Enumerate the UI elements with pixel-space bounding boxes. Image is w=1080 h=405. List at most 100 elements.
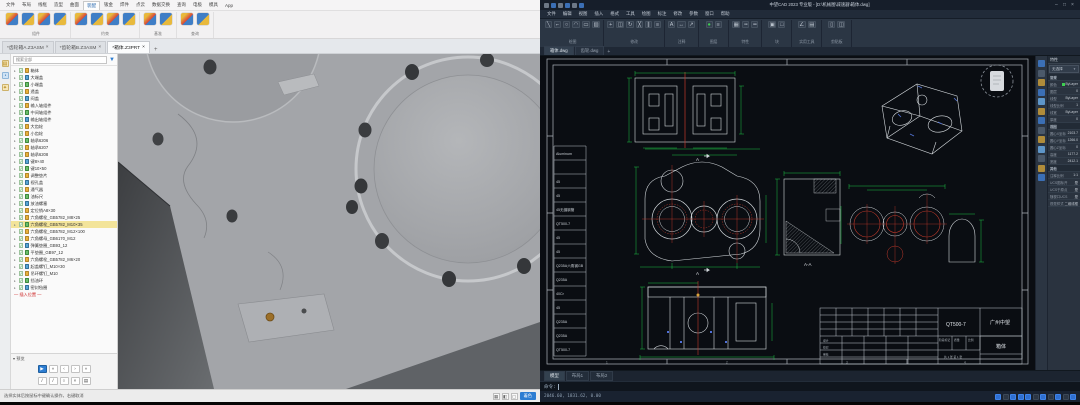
align-constraint-icon[interactable]: [91, 13, 103, 25]
3d-part-gearbox-housing[interactable]: [118, 54, 540, 389]
expand-arrow-icon[interactable]: ▸: [14, 258, 17, 262]
property-row[interactable]: 圆心X坐标 2103.7: [1048, 130, 1080, 137]
visibility-checkbox[interactable]: ✓: [19, 96, 24, 101]
property-row[interactable]: 厚度 0: [1048, 116, 1080, 123]
drawing-canvas[interactable]: 1 2 3 4 Aluminum 45 45 45无缝钢管: [540, 56, 1035, 370]
visual-manager-icon[interactable]: ✦: [2, 84, 9, 91]
tree-item[interactable]: ▸ ✓ 透盖: [11, 88, 117, 95]
offset-icon[interactable]: ≡: [654, 21, 661, 28]
visibility-checkbox[interactable]: ✓: [19, 229, 24, 234]
palette-title[interactable]: 特性: [1048, 56, 1080, 64]
expand-arrow-icon[interactable]: ▸: [14, 181, 17, 185]
visibility-checkbox[interactable]: ✓: [19, 103, 24, 108]
ribbon-tab[interactable]: 布局: [19, 1, 34, 9]
visibility-checkbox[interactable]: ✓: [19, 180, 24, 185]
grid-toggle[interactable]: [1003, 394, 1009, 400]
tool-icon[interactable]: [1038, 108, 1045, 115]
tree-item[interactable]: ▸ ✓ 放油螺塞: [11, 200, 117, 207]
selection-dropdown[interactable]: 无选择 ▼: [1049, 65, 1079, 73]
grid-toggle-icon[interactable]: ▦: [493, 393, 500, 400]
tree-item[interactable]: ▸ ✓ 视孔盖: [11, 179, 117, 186]
visibility-checkbox[interactable]: ✓: [19, 250, 24, 255]
menu-item[interactable]: 文件: [544, 11, 559, 17]
etrack-toggle[interactable]: [1033, 394, 1039, 400]
ws-toggle[interactable]: [1063, 394, 1069, 400]
mechanical-constraint-icon[interactable]: [107, 13, 119, 25]
tree-item[interactable]: ▸ ✓ 箱体: [11, 67, 117, 74]
annot-toggle[interactable]: [1055, 394, 1061, 400]
layout-tab[interactable]: 布局2: [590, 371, 613, 381]
visibility-checkbox[interactable]: ✓: [19, 152, 24, 157]
visibility-checkbox[interactable]: ✓: [19, 271, 24, 276]
visibility-checkbox[interactable]: ✓: [19, 173, 24, 178]
lineweight-icon[interactable]: ━: [751, 21, 758, 28]
tree-item[interactable]: ▸ ✓ 轴承6207: [11, 144, 117, 151]
ribbon-tab[interactable]: App: [222, 2, 236, 9]
tree-item[interactable]: ▸ ✓ 大端盖: [11, 74, 117, 81]
arc-icon[interactable]: ◠: [572, 21, 580, 28]
section-toggle-icon[interactable]: ◧: [502, 393, 509, 400]
tree-item[interactable]: ▸ ✓ 油标尺: [11, 193, 117, 200]
property-row[interactable]: 颜色 ByLayer: [1048, 81, 1080, 88]
property-row[interactable]: UCS图标开 是: [1048, 179, 1080, 186]
visibility-checkbox[interactable]: ✓: [19, 285, 24, 290]
ortho-toggle[interactable]: [1010, 394, 1016, 400]
tree-item[interactable]: ▸ ✓ 轴承6208: [11, 151, 117, 158]
expand-arrow-icon[interactable]: ▸: [14, 188, 17, 192]
property-row[interactable]: 宽度 2412.1: [1048, 158, 1080, 165]
open-icon[interactable]: [551, 3, 556, 8]
restore-button[interactable]: □: [1063, 3, 1068, 8]
menu-item[interactable]: 标注: [655, 11, 670, 17]
expand-arrow-icon[interactable]: ▸: [14, 139, 17, 143]
ribbon-tab[interactable]: 查询: [174, 1, 189, 9]
new-tab-button[interactable]: +: [151, 47, 161, 53]
visibility-checkbox[interactable]: ✓: [19, 194, 24, 199]
tool-icon[interactable]: [1038, 98, 1045, 105]
copy-icon[interactable]: ◫: [616, 21, 624, 28]
ribbon-tab[interactable]: 钣金: [101, 1, 116, 9]
tool-icon[interactable]: [1038, 155, 1045, 162]
visibility-checkbox[interactable]: ✓: [19, 68, 24, 73]
document-tab[interactable]: *齿轮箱B.Z3ASM ×: [55, 41, 107, 53]
tool-icon[interactable]: [1038, 79, 1045, 86]
ribbon-tab[interactable]: 文件: [3, 1, 18, 9]
expand-arrow-icon[interactable]: ▸: [14, 195, 17, 199]
expand-arrow-icon[interactable]: ▸: [14, 244, 17, 248]
expand-arrow-icon[interactable]: ▸: [14, 97, 17, 101]
menu-item[interactable]: 绘图: [639, 11, 654, 17]
tree-item[interactable]: ▸ ✓ — 插入位置 —: [11, 291, 117, 298]
expand-arrow-icon[interactable]: ▸: [14, 132, 17, 136]
minimize-button[interactable]: –: [1055, 3, 1060, 8]
expand-arrow-icon[interactable]: ▸: [14, 202, 17, 206]
close-icon[interactable]: ×: [98, 45, 101, 50]
layout-tab[interactable]: 布局1: [566, 371, 589, 381]
property-row[interactable]: 注释比例 1:1: [1048, 172, 1080, 179]
first-frame-button[interactable]: «: [49, 365, 58, 373]
measure-icon[interactable]: ∠: [798, 21, 806, 28]
drawing-tab[interactable]: 齿轮.dwg: [575, 46, 605, 55]
measure-icon[interactable]: [197, 13, 209, 25]
property-row[interactable]: 随视口UCS 是: [1048, 193, 1080, 200]
menu-item[interactable]: 参数: [686, 11, 701, 17]
tool-icon[interactable]: [1038, 70, 1045, 77]
visibility-checkbox[interactable]: ✓: [19, 187, 24, 192]
dyn-toggle[interactable]: [1040, 394, 1046, 400]
create-block-icon[interactable]: □: [778, 21, 785, 28]
tree-item[interactable]: ▸ ✓ 闷盖: [11, 95, 117, 102]
save-icon[interactable]: [558, 3, 563, 8]
tree-item[interactable]: ▸ ✓ 键8×40: [11, 158, 117, 165]
layer-state-icon[interactable]: ●: [706, 21, 713, 28]
snap-toggle[interactable]: [995, 394, 1001, 400]
ribbon-tab[interactable]: 点云: [133, 1, 148, 9]
tree-item[interactable]: ▸ ✓ 输入轴组件: [11, 102, 117, 109]
fixed-constraint-icon[interactable]: [75, 13, 87, 25]
expand-arrow-icon[interactable]: ▸: [14, 104, 17, 108]
tool-icon[interactable]: [1038, 136, 1045, 143]
property-row[interactable]: 圆心Z坐标 0: [1048, 144, 1080, 151]
visibility-checkbox[interactable]: ✓: [19, 138, 24, 143]
visibility-checkbox[interactable]: ✓: [19, 117, 24, 122]
new-drawing-tab-button[interactable]: +: [605, 49, 612, 55]
visibility-checkbox[interactable]: ✓: [19, 222, 24, 227]
expand-arrow-icon[interactable]: ▸: [14, 286, 17, 290]
document-tab[interactable]: *箱体.Z3PRT ×: [107, 41, 150, 53]
